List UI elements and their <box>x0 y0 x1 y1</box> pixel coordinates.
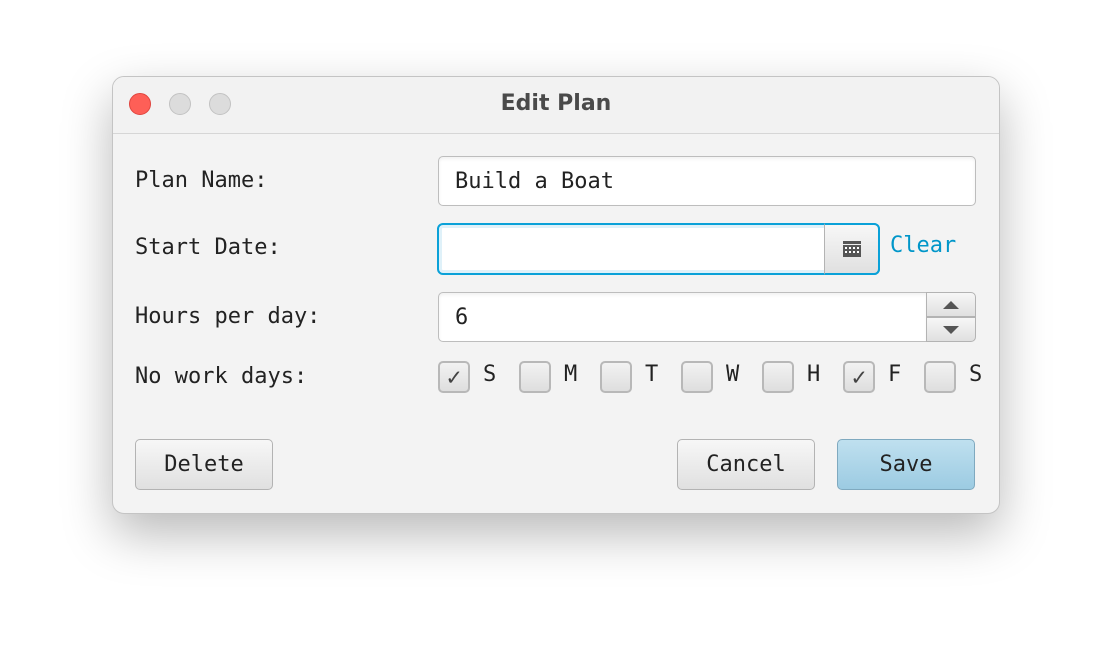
day-label: H <box>807 362 821 387</box>
day-label: W <box>726 362 740 387</box>
arrow-down-icon <box>943 325 959 334</box>
day-label: S <box>969 362 983 387</box>
checkbox-day-4[interactable] <box>762 361 794 393</box>
checkbox-day-6[interactable] <box>924 361 956 393</box>
checkbox-day-5[interactable]: ✓ <box>843 361 875 393</box>
day-label: T <box>645 362 659 387</box>
clear-link[interactable]: Clear <box>890 233 956 258</box>
day-label: S <box>483 362 497 387</box>
checkbox-day-1[interactable] <box>519 361 551 393</box>
title-bar: Edit Plan <box>113 77 999 134</box>
plan-name-label: Plan Name: <box>135 168 268 193</box>
save-button[interactable]: Save <box>837 439 975 490</box>
start-date-label: Start Date: <box>135 235 281 260</box>
hours-per-day-label: Hours per day: <box>135 304 321 329</box>
checkbox-day-3[interactable] <box>681 361 713 393</box>
decrement-button[interactable] <box>926 317 976 342</box>
plan-name-input[interactable]: Build a Boat <box>438 156 976 206</box>
checkbox-day-0[interactable]: ✓ <box>438 361 470 393</box>
hours-per-day-input[interactable]: 6 <box>438 292 928 342</box>
start-date-input[interactable] <box>437 223 880 275</box>
delete-button[interactable]: Delete <box>135 439 273 490</box>
date-picker-button[interactable] <box>824 223 880 275</box>
arrow-up-icon <box>943 300 959 309</box>
checkmark-icon: ✓ <box>446 363 462 391</box>
window-title: Edit Plan <box>500 91 612 116</box>
checkbox-day-2[interactable] <box>600 361 632 393</box>
calendar-icon <box>842 240 861 257</box>
checkmark-icon: ✓ <box>851 363 867 391</box>
edit-plan-dialog: Edit Plan Plan Name: Build a Boat Start … <box>112 76 1000 514</box>
increment-button[interactable] <box>926 292 976 317</box>
day-label: F <box>888 362 902 387</box>
no-work-days-label: No work days: <box>135 364 308 389</box>
cancel-button[interactable]: Cancel <box>677 439 815 490</box>
day-label: M <box>564 362 578 387</box>
